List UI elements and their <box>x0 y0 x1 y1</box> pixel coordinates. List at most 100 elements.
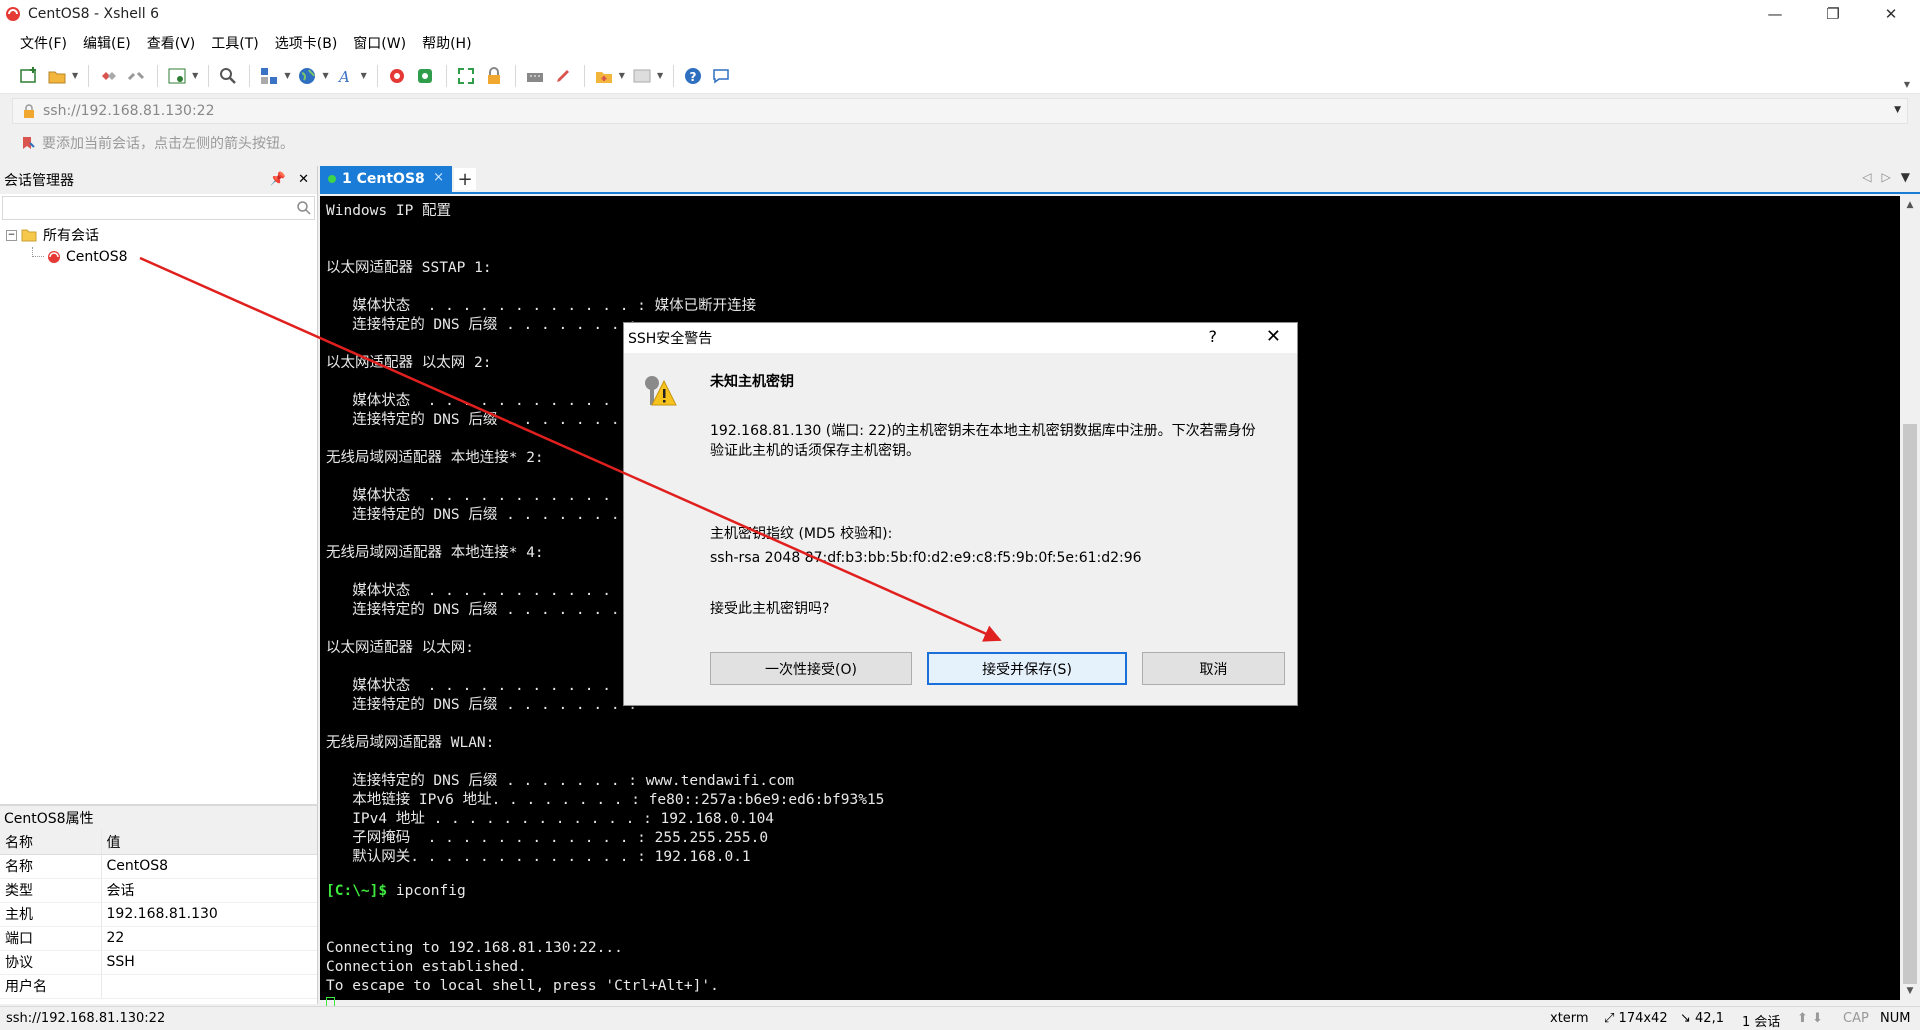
cancel-button[interactable]: 取消 <box>1142 652 1285 685</box>
close-panel-icon[interactable]: ✕ <box>298 172 309 187</box>
prop-value <box>101 974 317 999</box>
tab-centos8[interactable]: 1 CentOS8 × <box>320 166 452 192</box>
scroll-thumb[interactable] <box>1903 424 1917 984</box>
tab-next-icon[interactable]: ▷ <box>1882 170 1891 184</box>
prop-value: CentOS8 <box>101 854 317 879</box>
folder-icon <box>21 229 37 242</box>
status-terminal-type: xterm <box>1550 1011 1589 1026</box>
prop-name: 类型 <box>0 878 102 903</box>
xftp-icon[interactable] <box>412 63 438 89</box>
tab-bar: 1 CentOS8 × + ◁ ▷ ▼ <box>320 166 1920 194</box>
menu-help[interactable]: 帮助(H) <box>414 33 479 53</box>
terminal-line: 无线局域网适配器 本地连接* 4: <box>326 545 544 561</box>
add-script-icon[interactable] <box>591 63 617 89</box>
font-icon[interactable]: A <box>333 63 359 89</box>
new-tab-button[interactable]: + <box>454 168 476 190</box>
new-session-icon[interactable] <box>16 63 42 89</box>
globe-icon[interactable] <box>294 63 320 89</box>
script-dropdown-icon[interactable]: ▼ <box>619 71 625 80</box>
terminal-line: 连接特定的 DNS 后缀 . . . . . . . : <box>326 602 638 618</box>
tab-navigation: ◁ ▷ ▼ <box>1862 170 1910 184</box>
dialog-help-button[interactable]: ? <box>1209 327 1218 346</box>
table-row: 用户名 <box>0 974 317 999</box>
menu-edit[interactable]: 编辑(E) <box>75 33 139 53</box>
properties-dropdown-icon[interactable]: ▼ <box>192 71 198 80</box>
status-pos-value: 42,1 <box>1695 1011 1724 1026</box>
address-dropdown-icon[interactable]: ▼ <box>1894 105 1901 115</box>
prop-value: SSH <box>101 950 317 975</box>
terminal-line: 连接特定的 DNS 后缀 . . . . . . . : <box>326 317 638 333</box>
terminal-prompt-line: [C:\~]$ ipconfig <box>326 883 466 902</box>
fingerprint-value: ssh-rsa 2048 87:df:b3:bb:5b:f0:d2:e9:c8:… <box>710 550 1142 566</box>
ssh-security-warning-dialog: SSH安全警告 ? ✕ 未知主机密钥 192.168.81.130 (端口: 2… <box>623 322 1298 706</box>
terminal-command: ipconfig <box>387 883 466 899</box>
svg-text:?: ? <box>690 70 697 84</box>
restore-button[interactable]: ❐ <box>1804 0 1862 28</box>
menu-window[interactable]: 窗口(W) <box>345 33 414 53</box>
bookmark-arrow-icon[interactable] <box>20 135 36 151</box>
layout-dropdown-icon[interactable]: ▼ <box>284 71 290 80</box>
key-warning-icon <box>645 376 677 406</box>
terminal-prompt: [C:\~]$ <box>326 883 388 899</box>
toolbar-overflow-icon[interactable]: ▼ <box>1904 80 1910 89</box>
find-icon[interactable] <box>215 63 241 89</box>
scroll-down-icon[interactable]: ▼ <box>1900 982 1920 1000</box>
terminal-scrollbar[interactable]: ▲ ▼ <box>1900 196 1920 1000</box>
compose-icon[interactable] <box>629 63 655 89</box>
collapse-icon[interactable]: − <box>6 229 17 241</box>
globe-dropdown-icon[interactable]: ▼ <box>322 71 328 80</box>
accept-and-save-button[interactable]: 接受并保存(S) <box>927 652 1127 685</box>
address-input[interactable]: ssh://192.168.81.130:22 <box>43 103 214 119</box>
prop-value: 192.168.81.130 <box>101 902 317 927</box>
open-dropdown-icon[interactable]: ▼ <box>72 71 78 80</box>
disconnect-icon[interactable] <box>123 63 149 89</box>
reconnect-icon[interactable] <box>95 63 121 89</box>
dialog-close-button[interactable]: ✕ <box>1266 326 1281 347</box>
close-window-button[interactable]: ✕ <box>1862 0 1920 28</box>
prop-value: 会话 <box>101 878 317 903</box>
compose-dropdown-icon[interactable]: ▼ <box>657 71 663 80</box>
terminal-line: Windows IP 配置 <box>326 203 452 219</box>
menu-view[interactable]: 查看(V) <box>139 33 204 53</box>
tab-close-icon[interactable]: × <box>433 170 444 185</box>
open-folder-icon[interactable] <box>44 63 70 89</box>
pin-icon[interactable]: 📌 <box>270 172 286 187</box>
menu-tools[interactable]: 工具(T) <box>203 33 266 53</box>
keyboard-icon[interactable] <box>522 63 548 89</box>
tree-root-all-sessions[interactable]: − 所有会话 <box>6 224 99 246</box>
help-icon[interactable]: ? <box>680 63 706 89</box>
address-bar[interactable]: ssh://192.168.81.130:22 ▼ <box>12 98 1908 124</box>
terminal-line: 默认网关. . . . . . . . . . . . . : 192.168.… <box>326 849 751 865</box>
font-dropdown-icon[interactable]: ▼ <box>361 71 367 80</box>
layout-icon[interactable] <box>256 63 282 89</box>
lock-toolbar-icon[interactable] <box>481 63 507 89</box>
highlight-icon[interactable] <box>550 63 576 89</box>
xshell-icon[interactable] <box>384 63 410 89</box>
title-bar: CentOS8 - Xshell 6 — ❐ ✕ <box>0 0 1920 28</box>
search-icon[interactable] <box>296 200 312 216</box>
accept-once-button[interactable]: 一次性接受(O) <box>710 652 912 685</box>
table-row: 协议 SSH <box>0 950 317 975</box>
minimize-button[interactable]: — <box>1746 0 1804 28</box>
dialog-title-bar: SSH安全警告 ? ✕ <box>624 323 1297 353</box>
terminal-line: 媒体状态 . . . . . . . . . . . . : <box>326 488 646 504</box>
tree-item-label: CentOS8 <box>66 249 128 265</box>
tab-prev-icon[interactable]: ◁ <box>1862 170 1871 184</box>
scroll-up-icon[interactable]: ▲ <box>1900 196 1920 214</box>
tree-item-centos8[interactable]: CentOS8 <box>32 246 128 268</box>
table-row: 类型 会话 <box>0 878 317 903</box>
status-arrows: ⬆ ⬇ <box>1797 1011 1823 1026</box>
properties-icon[interactable] <box>164 63 190 89</box>
chat-icon[interactable] <box>708 63 734 89</box>
prop-name: 用户名 <box>0 974 102 999</box>
toolbar: ▼ ▼ ▼ ▼ A ▼ ▼ ▼ ? ▼ <box>0 58 1920 94</box>
terminal-line: 连接特定的 DNS 后缀 . . . . . . . : <box>326 507 638 523</box>
session-manager-title: 会话管理器 <box>4 173 74 189</box>
menu-file[interactable]: 文件(F) <box>12 33 75 53</box>
terminal-line: To escape to local shell, press 'Ctrl+Al… <box>326 978 719 994</box>
menu-tabs[interactable]: 选项卡(B) <box>267 33 346 53</box>
tab-list-icon[interactable]: ▼ <box>1901 170 1910 184</box>
prop-name: 端口 <box>0 926 102 951</box>
fullscreen-icon[interactable] <box>453 63 479 89</box>
session-search-input[interactable] <box>2 196 315 220</box>
